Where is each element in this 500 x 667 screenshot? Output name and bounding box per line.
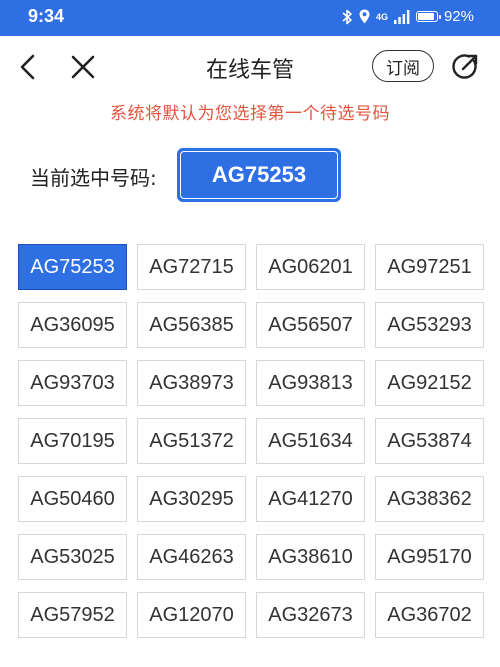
plate-option[interactable]: AG30295 (137, 476, 246, 522)
status-bar: 9:34 4G 92% (0, 0, 500, 36)
share-icon (452, 54, 478, 79)
plate-option[interactable]: AG38973 (137, 360, 246, 406)
battery-fill (417, 13, 434, 20)
plate-option[interactable]: AG41270 (256, 476, 365, 522)
plate-option[interactable]: AG12070 (137, 592, 246, 638)
plate-option[interactable]: AG50460 (18, 476, 127, 522)
plate-option[interactable]: AG56385 (137, 302, 246, 348)
plate-option[interactable]: AG53025 (18, 534, 127, 580)
plate-option[interactable]: AG75253 (18, 244, 127, 290)
subscribe-button[interactable]: 订阅 (372, 50, 434, 82)
current-selection-plate-number: AG75253 (180, 151, 338, 199)
plate-option[interactable]: AG36702 (375, 592, 484, 638)
plate-option[interactable]: AG53293 (375, 302, 484, 348)
plate-option[interactable]: AG38362 (375, 476, 484, 522)
plate-option[interactable]: AG38610 (256, 534, 365, 580)
plate-option[interactable]: AG06201 (256, 244, 365, 290)
plate-option[interactable]: AG93703 (18, 360, 127, 406)
signal-icon (393, 9, 410, 24)
battery-percent: 92% (443, 8, 474, 25)
plate-option[interactable]: AG95170 (375, 534, 484, 580)
plate-option[interactable]: AG93813 (256, 360, 365, 406)
current-selection-label: 当前选中号码: (30, 166, 157, 190)
location-icon (359, 9, 370, 24)
nav-bar: 在线车管 订阅 (0, 36, 500, 98)
plate-option[interactable]: AG51634 (256, 418, 365, 464)
battery-icon (415, 11, 441, 22)
default-selection-notice: 系统将默认为您选择第一个待选号码 (110, 104, 390, 124)
current-selection-plate: AG75253 (177, 148, 341, 202)
plate-option[interactable]: AG32673 (256, 592, 365, 638)
plate-option[interactable]: AG72715 (137, 244, 246, 290)
plate-option[interactable]: AG97251 (375, 244, 484, 290)
share-button[interactable] (446, 48, 484, 86)
plate-grid: AG75253 AG72715 AG06201 AG97251 AG36095 AG563… (18, 244, 484, 638)
plate-option[interactable]: AG92152 (375, 360, 484, 406)
status-icons: 4G 92% (342, 8, 474, 25)
plate-option[interactable]: AG46263 (137, 534, 246, 580)
status-time: 9:34 (28, 6, 65, 26)
plate-option[interactable]: AG36095 (18, 302, 127, 348)
plate-option[interactable]: AG53874 (375, 418, 484, 464)
plate-option[interactable]: AG57952 (18, 592, 127, 638)
plate-option[interactable]: AG70195 (18, 418, 127, 464)
plate-option[interactable]: AG51372 (137, 418, 246, 464)
plate-option[interactable]: AG56507 (256, 302, 365, 348)
network-type: 4G (375, 11, 388, 22)
bluetooth-icon (342, 9, 353, 25)
